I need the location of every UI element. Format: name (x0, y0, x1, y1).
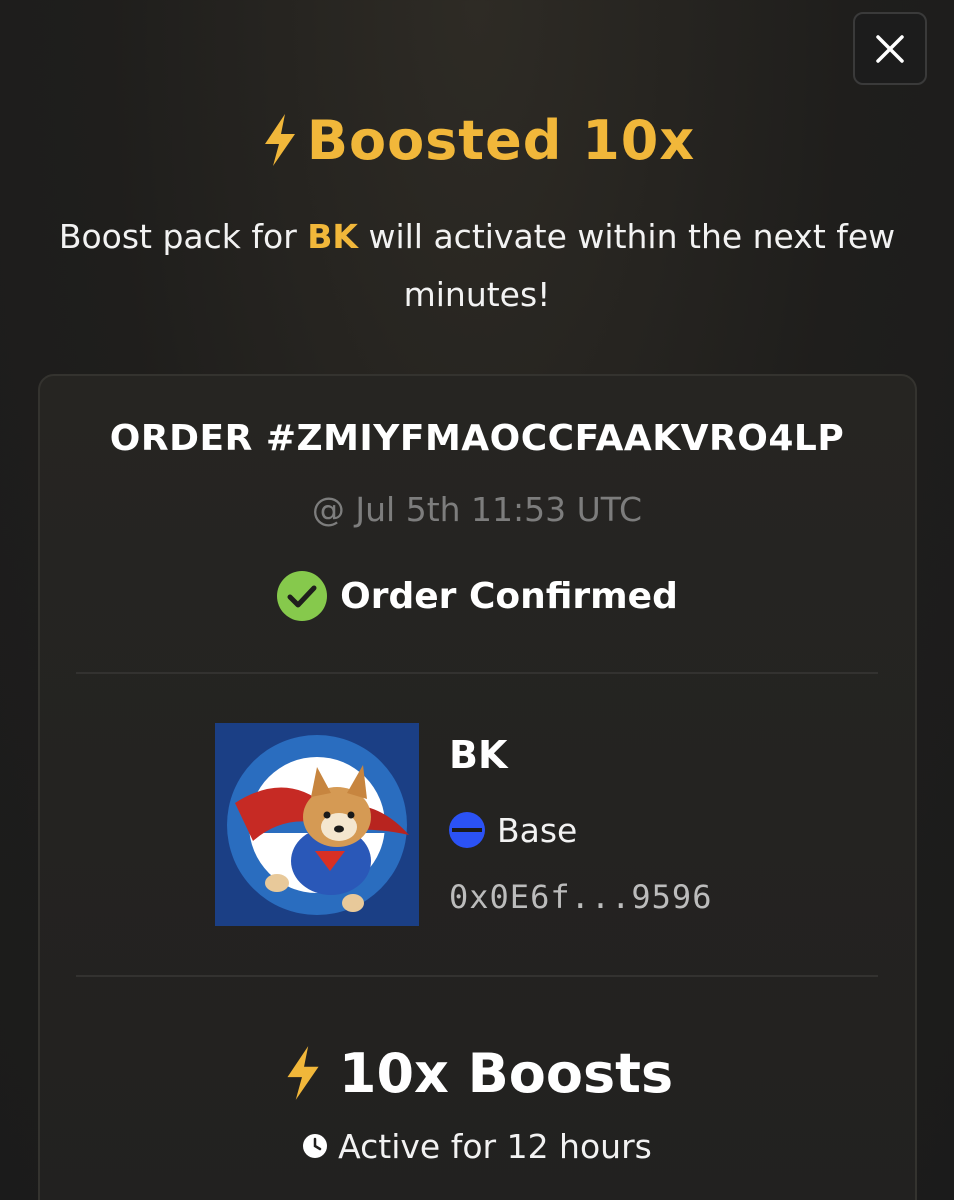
chain-name: Base (497, 810, 578, 850)
lightning-icon (264, 114, 295, 166)
modal-title: Boosted 10x (0, 100, 954, 180)
boost-label: 10x Boosts (338, 1041, 674, 1105)
check-circle-icon (277, 571, 328, 621)
duration-label: Active for 12 hours (338, 1126, 652, 1166)
clock-icon (303, 1134, 328, 1158)
divider (76, 672, 878, 674)
divider (76, 975, 878, 977)
token-name: BK (449, 733, 508, 777)
subtitle-token: BK (307, 217, 358, 256)
chain-info: Base (449, 808, 577, 852)
base-chain-icon (449, 812, 485, 848)
title-text: Boosted 10x (306, 108, 696, 172)
order-time: @ Jul 5th 11:53 UTC (311, 490, 643, 529)
modal-subtitle: Boost pack for BK will activate within t… (58, 217, 896, 314)
boost-duration: Active for 12 hours (0, 1124, 954, 1168)
lightning-icon (287, 1046, 319, 1100)
close-icon (876, 34, 904, 63)
order-status: Order Confirmed (0, 568, 954, 624)
order-status-label: Order Confirmed (340, 575, 678, 617)
order-id: ORDER #ZMIYFMAOCCFAAKVRO4LP (109, 418, 845, 459)
boost-amount: 10x Boosts (0, 1036, 954, 1110)
token-address[interactable]: 0x0E6f...9596 (449, 878, 712, 916)
close-button[interactable] (853, 12, 927, 85)
token-avatar (215, 723, 419, 926)
